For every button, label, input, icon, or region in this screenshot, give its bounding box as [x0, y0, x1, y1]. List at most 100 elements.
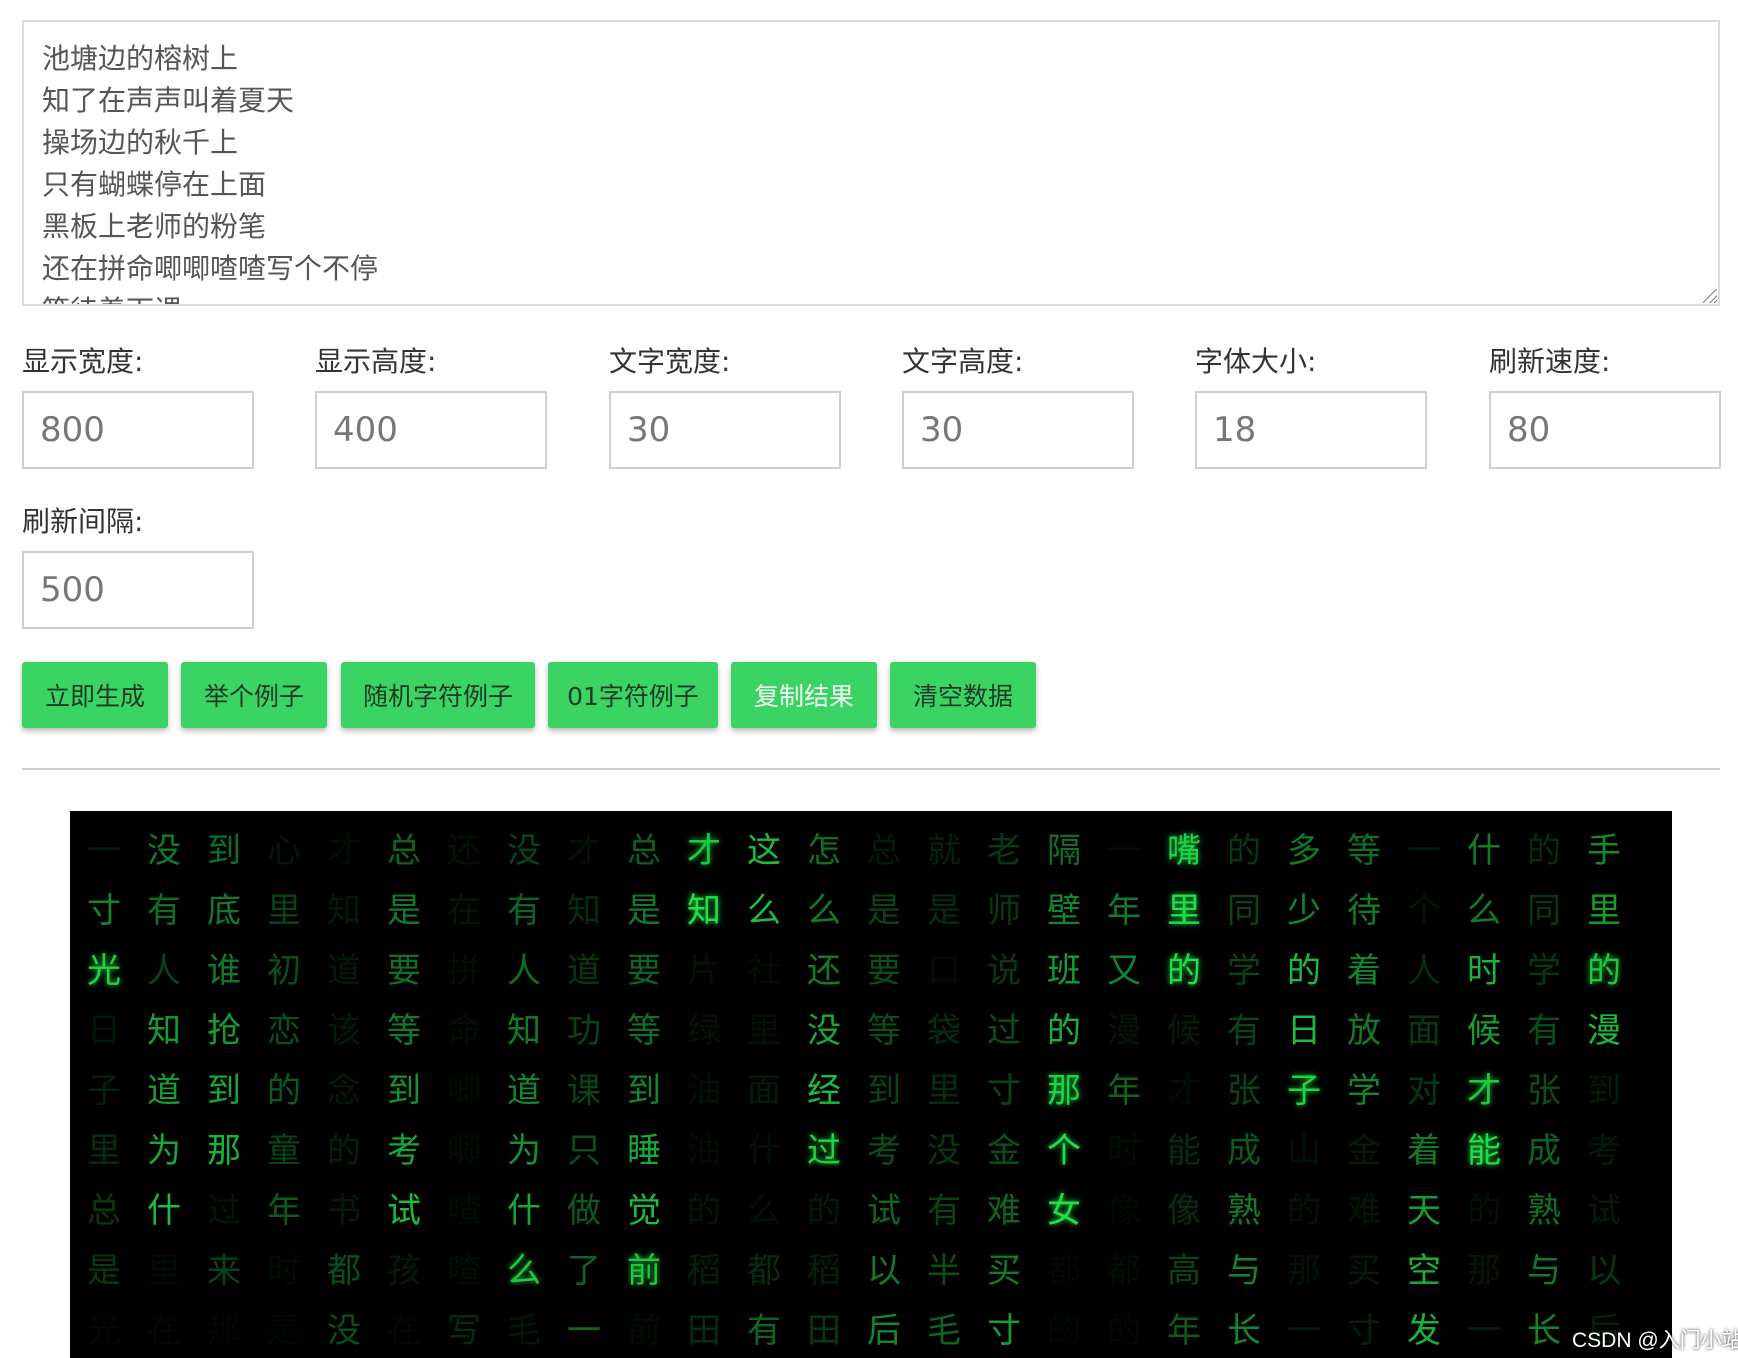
matrix-glyph: 年 — [1107, 1071, 1141, 1111]
matrix-glyph: 后 — [867, 1311, 901, 1351]
matrix-glyph: 放 — [1347, 1011, 1381, 1051]
field-display-height: 显示高度: — [315, 345, 547, 469]
display-width-input[interactable] — [22, 391, 254, 469]
matrix-glyph: 说 — [987, 951, 1021, 991]
matrix-glyph: 睡 — [627, 1131, 661, 1171]
matrix-glyph: 只 — [567, 1131, 601, 1171]
matrix-output-canvas: 一没到心才总还没才总才这怎总就老隔一嘴的多等一什的手寸有底里知是在有知是知么么是… — [70, 811, 1672, 1358]
matrix-glyph: 谁 — [207, 951, 241, 991]
copy-result-button[interactable]: 复制结果 — [731, 662, 877, 728]
matrix-glyph: 做 — [567, 1191, 601, 1231]
matrix-glyph: 抢 — [207, 1011, 241, 1051]
refresh-speed-input[interactable] — [1489, 391, 1721, 469]
field-text-height: 文字高度: — [902, 345, 1134, 469]
display-height-input[interactable] — [315, 391, 547, 469]
matrix-glyph: 壁 — [1047, 891, 1081, 931]
matrix-glyph: 多 — [1287, 831, 1321, 871]
matrix-glyph: 张 — [1527, 1071, 1561, 1111]
matrix-glyph: 是 — [387, 891, 421, 931]
example-button[interactable]: 举个例子 — [181, 662, 327, 728]
matrix-glyph: 与 — [1227, 1251, 1261, 1291]
matrix-glyph: 半 — [927, 1251, 961, 1291]
matrix-glyph: 里 — [1167, 891, 1201, 931]
matrix-glyph: 到 — [207, 831, 241, 871]
font-size-input[interactable] — [1195, 391, 1427, 469]
refresh-interval-input[interactable] — [22, 551, 254, 629]
matrix-glyph: 面 — [747, 1071, 781, 1111]
matrix-glyph: 的 — [267, 1071, 301, 1111]
matrix-glyph: 个 — [1407, 891, 1441, 931]
matrix-glyph: 成 — [1227, 1131, 1261, 1171]
matrix-glyph: 里 — [747, 1011, 781, 1051]
matrix-glyph: 了 — [567, 1251, 601, 1291]
matrix-glyph: 到 — [627, 1071, 661, 1111]
matrix-glyph: 道 — [567, 951, 601, 991]
matrix-glyph: 是 — [867, 891, 901, 931]
matrix-glyph: 漫 — [1107, 1011, 1141, 1051]
matrix-glyph: 学 — [1527, 951, 1561, 991]
matrix-glyph: 试 — [1587, 1191, 1621, 1231]
matrix-glyph: 是 — [627, 891, 661, 931]
matrix-glyph: 总 — [87, 1191, 121, 1231]
binary-example-button[interactable]: 01字符例子 — [548, 662, 718, 728]
matrix-glyph: 的 — [1587, 951, 1621, 991]
resize-handle-icon[interactable] — [1703, 289, 1717, 303]
matrix-glyph: 以 — [1587, 1251, 1621, 1291]
matrix-glyph: 里 — [927, 1071, 961, 1111]
matrix-glyph: 书 — [327, 1191, 361, 1231]
matrix-glyph: 试 — [867, 1191, 901, 1231]
matrix-glyph: 道 — [147, 1071, 181, 1111]
matrix-glyph: 一 — [567, 1311, 601, 1351]
random-example-button[interactable]: 随机字符例子 — [341, 662, 535, 728]
csdn-watermark: CSDN @入门小站 — [1572, 1329, 1738, 1352]
matrix-glyph: 在 — [447, 891, 481, 931]
matrix-glyph: 人 — [147, 951, 181, 991]
matrix-glyph: 年 — [1167, 1311, 1201, 1351]
matrix-glyph: 日 — [1287, 1011, 1321, 1051]
text-height-input[interactable] — [902, 391, 1134, 469]
matrix-glyph: 候 — [1467, 1011, 1501, 1051]
matrix-glyph: 寸 — [987, 1311, 1021, 1351]
matrix-glyph: 里 — [267, 891, 301, 931]
matrix-glyph: 天 — [1407, 1191, 1441, 1231]
matrix-glyph: 是 — [927, 891, 961, 931]
matrix-glyph: 心 — [267, 831, 301, 871]
matrix-glyph: 课 — [567, 1071, 601, 1111]
matrix-glyph: 没 — [807, 1011, 841, 1051]
matrix-glyph: 经 — [807, 1071, 841, 1111]
text-width-input[interactable] — [609, 391, 841, 469]
matrix-glyph: 的 — [1047, 1011, 1081, 1051]
matrix-glyph: 难 — [1347, 1191, 1381, 1231]
matrix-glyph: 道 — [327, 951, 361, 991]
matrix-glyph: 光 — [80, 1307, 128, 1355]
matrix-glyph: 时 — [1107, 1131, 1141, 1171]
matrix-glyph: 唧 — [447, 1131, 481, 1171]
clear-data-button[interactable]: 清空数据 — [890, 662, 1036, 728]
matrix-glyph: 那 — [207, 1131, 241, 1171]
generate-button[interactable]: 立即生成 — [22, 662, 168, 728]
matrix-glyph: 到 — [207, 1071, 241, 1111]
matrix-glyph: 师 — [987, 891, 1021, 931]
matrix-glyph: 袋 — [927, 1011, 961, 1051]
matrix-glyph: 一 — [1107, 831, 1141, 871]
matrix-glyph: 面 — [1407, 1011, 1441, 1051]
matrix-glyph: 熟 — [1527, 1191, 1561, 1231]
matrix-glyph: 都 — [327, 1251, 361, 1291]
matrix-glyph: 发 — [1407, 1311, 1441, 1351]
matrix-glyph: 里 — [1587, 891, 1621, 931]
matrix-glyph: 的 — [1227, 831, 1261, 871]
matrix-glyph: 学 — [1227, 951, 1261, 991]
matrix-glyph: 知 — [567, 891, 601, 931]
matrix-glyph: 同 — [1527, 891, 1561, 931]
matrix-glyph: 该 — [327, 1011, 361, 1051]
matrix-glyph: 都 — [1107, 1251, 1141, 1291]
matrix-glyph: 知 — [327, 891, 361, 931]
matrix-glyph: 什 — [507, 1191, 541, 1231]
matrix-glyph: 考 — [867, 1131, 901, 1171]
matrix-glyph: 过 — [987, 1011, 1021, 1051]
matrix-glyph: 对 — [1407, 1071, 1441, 1111]
matrix-glyph: 童 — [267, 1131, 301, 1171]
matrix-glyph: 到 — [1587, 1071, 1621, 1111]
lyrics-textarea[interactable]: 池塘边的榕树上 知了在声声叫着夏天 操场边的秋千上 只有蝴蝶停在上面 黑板上老师… — [22, 20, 1720, 306]
matrix-glyph: 么 — [1467, 891, 1501, 931]
